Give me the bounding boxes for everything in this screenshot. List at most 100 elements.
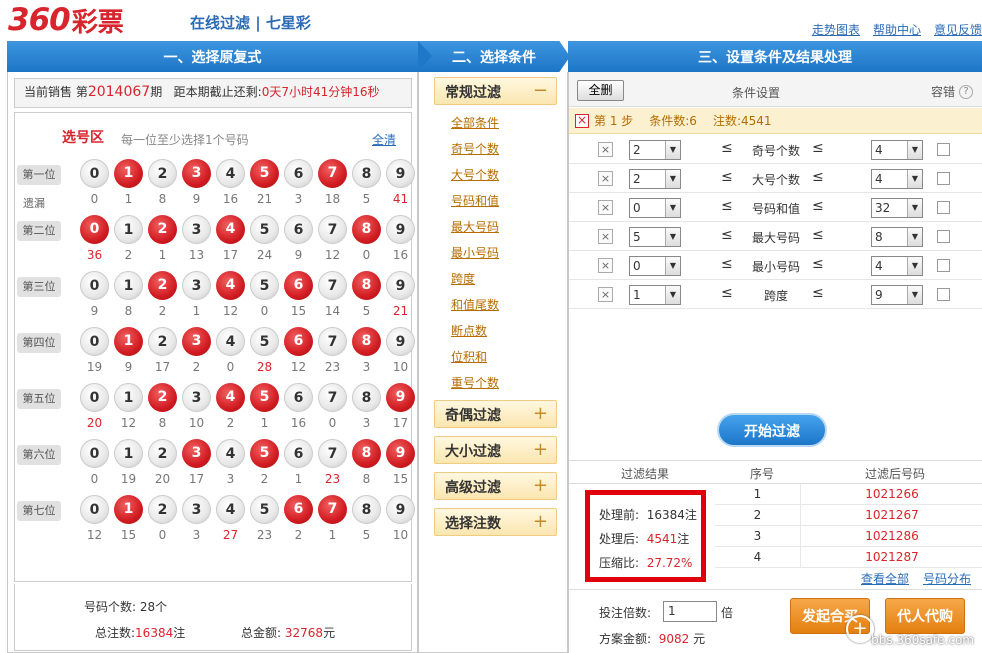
number-ball[interactable]: 7 xyxy=(318,439,347,468)
number-ball[interactable]: 3 xyxy=(182,215,211,244)
expand-icon[interactable]: + xyxy=(533,475,548,496)
help-icon[interactable]: ? xyxy=(959,84,973,99)
number-ball[interactable]: 4 xyxy=(216,327,245,356)
number-ball[interactable]: 0 xyxy=(80,495,109,524)
number-ball[interactable]: 2 xyxy=(148,327,177,356)
number-ball[interactable]: 8 xyxy=(352,383,381,412)
number-ball[interactable]: 2 xyxy=(148,495,177,524)
number-ball[interactable]: 2 xyxy=(148,439,177,468)
delete-step-icon[interactable]: × xyxy=(575,113,589,128)
expand-icon[interactable]: + xyxy=(533,511,548,532)
condition-link[interactable]: 最小号码 xyxy=(451,244,499,261)
number-ball[interactable]: 6 xyxy=(284,327,313,356)
expand-icon[interactable]: + xyxy=(533,403,548,424)
number-ball[interactable]: 7 xyxy=(318,495,347,524)
delete-condition-icon[interactable]: × xyxy=(598,287,613,302)
number-ball[interactable]: 8 xyxy=(352,327,381,356)
filtered-code[interactable]: 1021267 xyxy=(801,505,982,526)
expand-icon[interactable]: + xyxy=(533,439,548,460)
condition-link[interactable]: 全部条件 xyxy=(451,114,499,131)
delete-condition-icon[interactable]: × xyxy=(598,258,613,273)
number-ball[interactable]: 8 xyxy=(352,215,381,244)
number-ball[interactable]: 7 xyxy=(318,383,347,412)
number-ball[interactable]: 3 xyxy=(182,159,211,188)
number-ball[interactable]: 6 xyxy=(284,271,313,300)
min-select[interactable]: 1 ▼ xyxy=(629,285,681,305)
number-ball[interactable]: 1 xyxy=(114,159,143,188)
min-select[interactable]: 2 ▼ xyxy=(629,169,681,189)
max-select[interactable]: 32 ▼ xyxy=(871,198,923,218)
number-ball[interactable]: 9 xyxy=(386,439,415,468)
condition-group[interactable]: 常规过滤 − xyxy=(434,77,557,105)
number-ball[interactable]: 2 xyxy=(148,271,177,300)
number-ball[interactable]: 9 xyxy=(386,383,415,412)
number-ball[interactable]: 0 xyxy=(80,271,109,300)
number-ball[interactable]: 4 xyxy=(216,439,245,468)
number-ball[interactable]: 7 xyxy=(318,327,347,356)
min-select[interactable]: 0 ▼ xyxy=(629,198,681,218)
number-ball[interactable]: 5 xyxy=(250,327,279,356)
delete-condition-icon[interactable]: × xyxy=(598,229,613,244)
logo[interactable]: 360 彩票 xyxy=(8,2,124,38)
collapse-icon[interactable]: − xyxy=(533,80,548,101)
delete-condition-icon[interactable]: × xyxy=(598,171,613,186)
tolerance-checkbox[interactable] xyxy=(937,288,950,301)
number-ball[interactable]: 0 xyxy=(80,439,109,468)
number-ball[interactable]: 9 xyxy=(386,215,415,244)
number-ball[interactable]: 7 xyxy=(318,215,347,244)
number-ball[interactable]: 6 xyxy=(284,383,313,412)
condition-group[interactable]: 高级过滤 + xyxy=(434,472,557,500)
condition-link[interactable]: 最大号码 xyxy=(451,218,499,235)
max-select[interactable]: 9 ▼ xyxy=(871,285,923,305)
number-ball[interactable]: 5 xyxy=(250,439,279,468)
number-ball[interactable]: 4 xyxy=(216,215,245,244)
condition-group[interactable]: 奇偶过滤 + xyxy=(434,400,557,428)
number-ball[interactable]: 0 xyxy=(80,383,109,412)
multiple-input[interactable]: 1 xyxy=(663,601,717,622)
proxy-buy-button[interactable]: 代人代购 xyxy=(885,598,965,634)
number-ball[interactable]: 6 xyxy=(284,495,313,524)
number-ball[interactable]: 1 xyxy=(114,439,143,468)
help-center-link[interactable]: 帮助中心 xyxy=(873,21,921,38)
number-ball[interactable]: 3 xyxy=(182,495,211,524)
number-ball[interactable]: 4 xyxy=(216,159,245,188)
number-ball[interactable]: 9 xyxy=(386,271,415,300)
number-ball[interactable]: 8 xyxy=(352,159,381,188)
number-distribution-link[interactable]: 号码分布 xyxy=(923,570,971,587)
number-ball[interactable]: 3 xyxy=(182,383,211,412)
feedback-link[interactable]: 意见反馈 xyxy=(934,21,982,38)
number-ball[interactable]: 6 xyxy=(284,159,313,188)
delete-all-button[interactable]: 全删 xyxy=(577,80,624,101)
number-ball[interactable]: 4 xyxy=(216,495,245,524)
tolerance-checkbox[interactable] xyxy=(937,259,950,272)
tolerance-checkbox[interactable] xyxy=(937,201,950,214)
condition-link[interactable]: 和值尾数 xyxy=(451,296,499,313)
number-ball[interactable]: 2 xyxy=(148,383,177,412)
trend-chart-link[interactable]: 走势图表 xyxy=(812,21,860,38)
number-ball[interactable]: 5 xyxy=(250,383,279,412)
number-ball[interactable]: 5 xyxy=(250,215,279,244)
start-filter-button[interactable]: 开始过滤 xyxy=(717,413,827,447)
number-ball[interactable]: 1 xyxy=(114,271,143,300)
min-select[interactable]: 0 ▼ xyxy=(629,256,681,276)
number-ball[interactable]: 0 xyxy=(80,215,109,244)
number-ball[interactable]: 6 xyxy=(284,215,313,244)
number-ball[interactable]: 3 xyxy=(182,271,211,300)
tolerance-checkbox[interactable] xyxy=(937,172,950,185)
number-ball[interactable]: 1 xyxy=(114,327,143,356)
condition-link[interactable]: 大号个数 xyxy=(451,166,499,183)
clear-all-link[interactable]: 全清 xyxy=(372,131,396,148)
number-ball[interactable]: 5 xyxy=(250,159,279,188)
max-select[interactable]: 4 ▼ xyxy=(871,169,923,189)
condition-link[interactable]: 奇号个数 xyxy=(451,140,499,157)
max-select[interactable]: 4 ▼ xyxy=(871,256,923,276)
tolerance-checkbox[interactable] xyxy=(937,230,950,243)
delete-condition-icon[interactable]: × xyxy=(598,142,613,157)
number-ball[interactable]: 3 xyxy=(182,439,211,468)
filtered-code[interactable]: 1021286 xyxy=(801,526,982,547)
number-ball[interactable]: 2 xyxy=(148,215,177,244)
condition-link[interactable]: 位积和 xyxy=(451,348,487,365)
condition-link[interactable]: 断点数 xyxy=(451,322,487,339)
filtered-code[interactable]: 1021287 xyxy=(801,547,982,568)
condition-link[interactable]: 号码和值 xyxy=(451,192,499,209)
